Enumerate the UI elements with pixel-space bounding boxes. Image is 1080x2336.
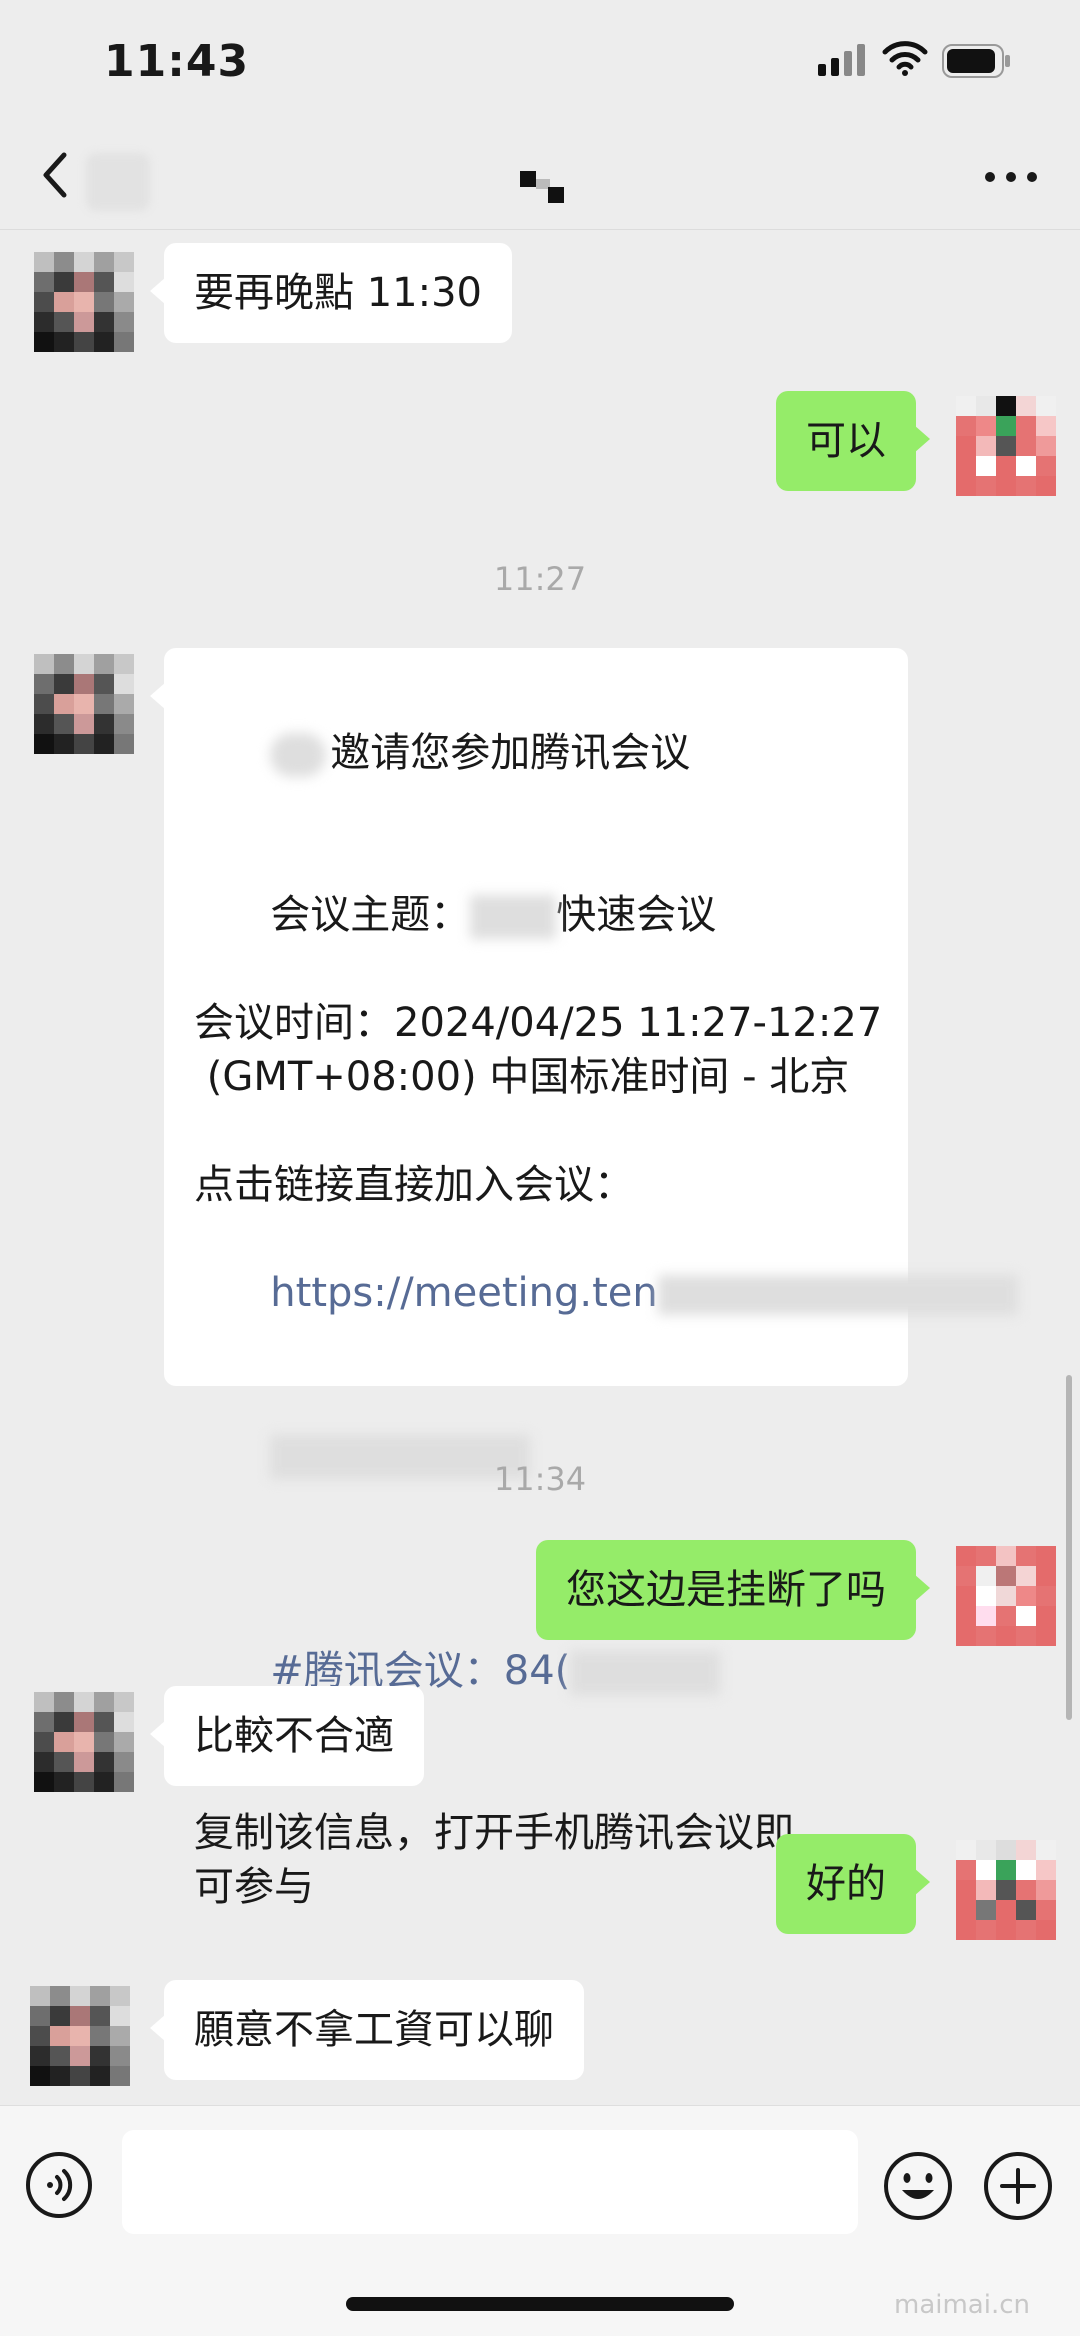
message-text: 可以 — [806, 418, 886, 464]
unread-count-redacted — [86, 153, 150, 211]
message-text: 比較不合適 — [194, 1713, 394, 1759]
contact-avatar[interactable] — [34, 1692, 134, 1792]
message-input[interactable] — [122, 2130, 858, 2234]
redacted-topic — [470, 895, 557, 939]
redacted-link — [657, 1275, 1018, 1315]
invite-spacer — [194, 1104, 878, 1158]
invite-time: 会议时间：2024/04/25 11:27-12:27 — [194, 1000, 883, 1046]
invite-line: 邀请您参加腾讯会议 — [194, 672, 878, 834]
message-bubble-outgoing[interactable]: 可以 — [776, 391, 930, 491]
contact-avatar[interactable] — [34, 654, 134, 754]
chevron-left-icon[interactable] — [36, 145, 76, 205]
invite-link-line: https://meeting.ten — [194, 1212, 1018, 1374]
battery-icon — [942, 44, 1010, 78]
redacted-meeting-id — [570, 1651, 721, 1695]
status-bar: 11:43 — [0, 0, 1080, 125]
message-bubble-incoming[interactable]: 要再晚點 11:30 — [150, 243, 512, 343]
meeting-invite-bubble[interactable]: 邀请您参加腾讯会议 会议主题： 快速会议 会议时间：2024/04/25 11:2… — [150, 648, 1018, 1910]
message-text: 好的 — [806, 1861, 886, 1907]
message-text: 願意不拿工資可以聊 — [194, 2007, 554, 2053]
message-bubble-incoming[interactable]: 比較不合適 — [150, 1686, 424, 1786]
message-timestamp: 11:34 — [493, 1460, 587, 1498]
message-text: 您这边是挂断了吗 — [566, 1567, 886, 1613]
message-bubble-outgoing[interactable]: 好的 — [776, 1834, 930, 1934]
chat-message-list[interactable]: 要再晚點 11:30 可以 11:27 邀请您参加腾讯会议 会议主题： 快速会议 … — [0, 230, 1080, 2105]
invite-topic: 会议主题： 快速会议 — [270, 892, 717, 939]
meeting-link[interactable]: https://meeting.ten — [270, 1270, 657, 1316]
invite-timezone: (GMT+08:00) 中国标准时间 - 北京 — [194, 1054, 850, 1100]
chat-title-redacted[interactable] — [520, 165, 576, 205]
watermark: maimai.cn — [894, 2290, 1031, 2320]
invite-link-label: 点击链接直接加入会议： — [194, 1162, 634, 1208]
my-avatar[interactable] — [956, 1840, 1056, 1940]
message-bubble-outgoing[interactable]: 您这边是挂断了吗 — [536, 1540, 930, 1640]
contact-avatar[interactable] — [34, 252, 134, 352]
ellipsis-icon[interactable] — [982, 169, 1040, 185]
contact-avatar[interactable] — [30, 1986, 130, 2086]
voice-icon[interactable] — [24, 2150, 94, 2220]
invite-link-line-2 — [194, 1374, 878, 1536]
chat-header — [0, 125, 1080, 230]
my-avatar[interactable] — [956, 1546, 1056, 1646]
my-avatar[interactable] — [956, 396, 1056, 496]
home-indicator[interactable] — [346, 2297, 734, 2311]
status-time: 11:43 — [104, 36, 250, 87]
signal-icon — [818, 44, 865, 76]
redacted-name — [270, 733, 327, 777]
scrollbar[interactable] — [1066, 1375, 1072, 1720]
plus-icon[interactable] — [982, 2150, 1054, 2222]
message-timestamp: 11:27 — [493, 560, 587, 598]
wifi-icon — [882, 41, 928, 76]
message-text: 要再晚點 11:30 — [194, 270, 482, 316]
emoji-icon[interactable] — [882, 2150, 954, 2222]
message-bubble-incoming[interactable]: 願意不拿工資可以聊 — [150, 1980, 584, 2080]
